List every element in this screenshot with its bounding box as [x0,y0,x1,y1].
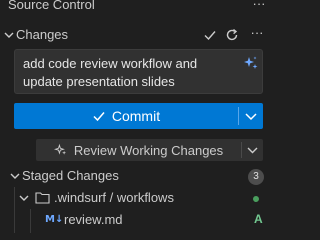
commit-button-label: Commit [111,108,161,124]
chevron-down-icon[interactable] [9,170,21,182]
view-more-icon[interactable]: ··· [251,0,267,12]
staged-count-badge: 3 [248,169,264,185]
staged-changes-header[interactable]: Staged Changes 3 [0,165,276,187]
checkmark-icon[interactable] [202,27,218,43]
folder-status-dot [253,196,259,202]
review-working-changes-button[interactable]: Review Working Changes [36,139,263,161]
review-button-main[interactable]: Review Working Changes [36,139,241,161]
folder-icon [35,192,50,204]
checkmark-icon [93,112,105,122]
folder-path: .windsurf / workflows [54,190,174,205]
changes-section-header[interactable]: Changes ··· [0,24,276,46]
chevron-down-icon[interactable] [242,139,263,161]
commit-button[interactable]: Commit [14,103,263,129]
chevron-down-icon[interactable] [18,192,30,204]
chevron-down-icon[interactable] [239,103,263,129]
view-title: Source Control [8,0,95,12]
markdown-icon: M↓ [45,214,64,225]
changes-label: Changes [16,27,69,42]
refresh-icon[interactable] [224,27,240,43]
review-button-label: Review Working Changes [73,142,224,158]
folder-separator: / [106,190,117,205]
chevron-down-icon[interactable] [3,29,15,41]
commit-message-text[interactable]: add code review workflow and update pres… [23,55,233,91]
file-row-review-md[interactable]: M↓ review.md A [0,209,276,231]
sparkle-icon [53,143,66,155]
view-header: Source Control ··· [0,0,276,14]
commit-button-main[interactable]: Commit [14,103,238,129]
file-status-added: A [254,212,263,226]
folder-row[interactable]: .windsurf / workflows [0,187,276,209]
folder-name: .windsurf [54,190,107,205]
file-name: review.md [64,212,123,227]
sparkle-icon[interactable] [242,54,260,72]
folder-subname: workflows [116,190,174,205]
staged-changes-label: Staged Changes [22,168,119,183]
more-icon[interactable]: ··· [249,25,265,41]
commit-message-input[interactable]: add code review workflow and update pres… [14,49,263,94]
